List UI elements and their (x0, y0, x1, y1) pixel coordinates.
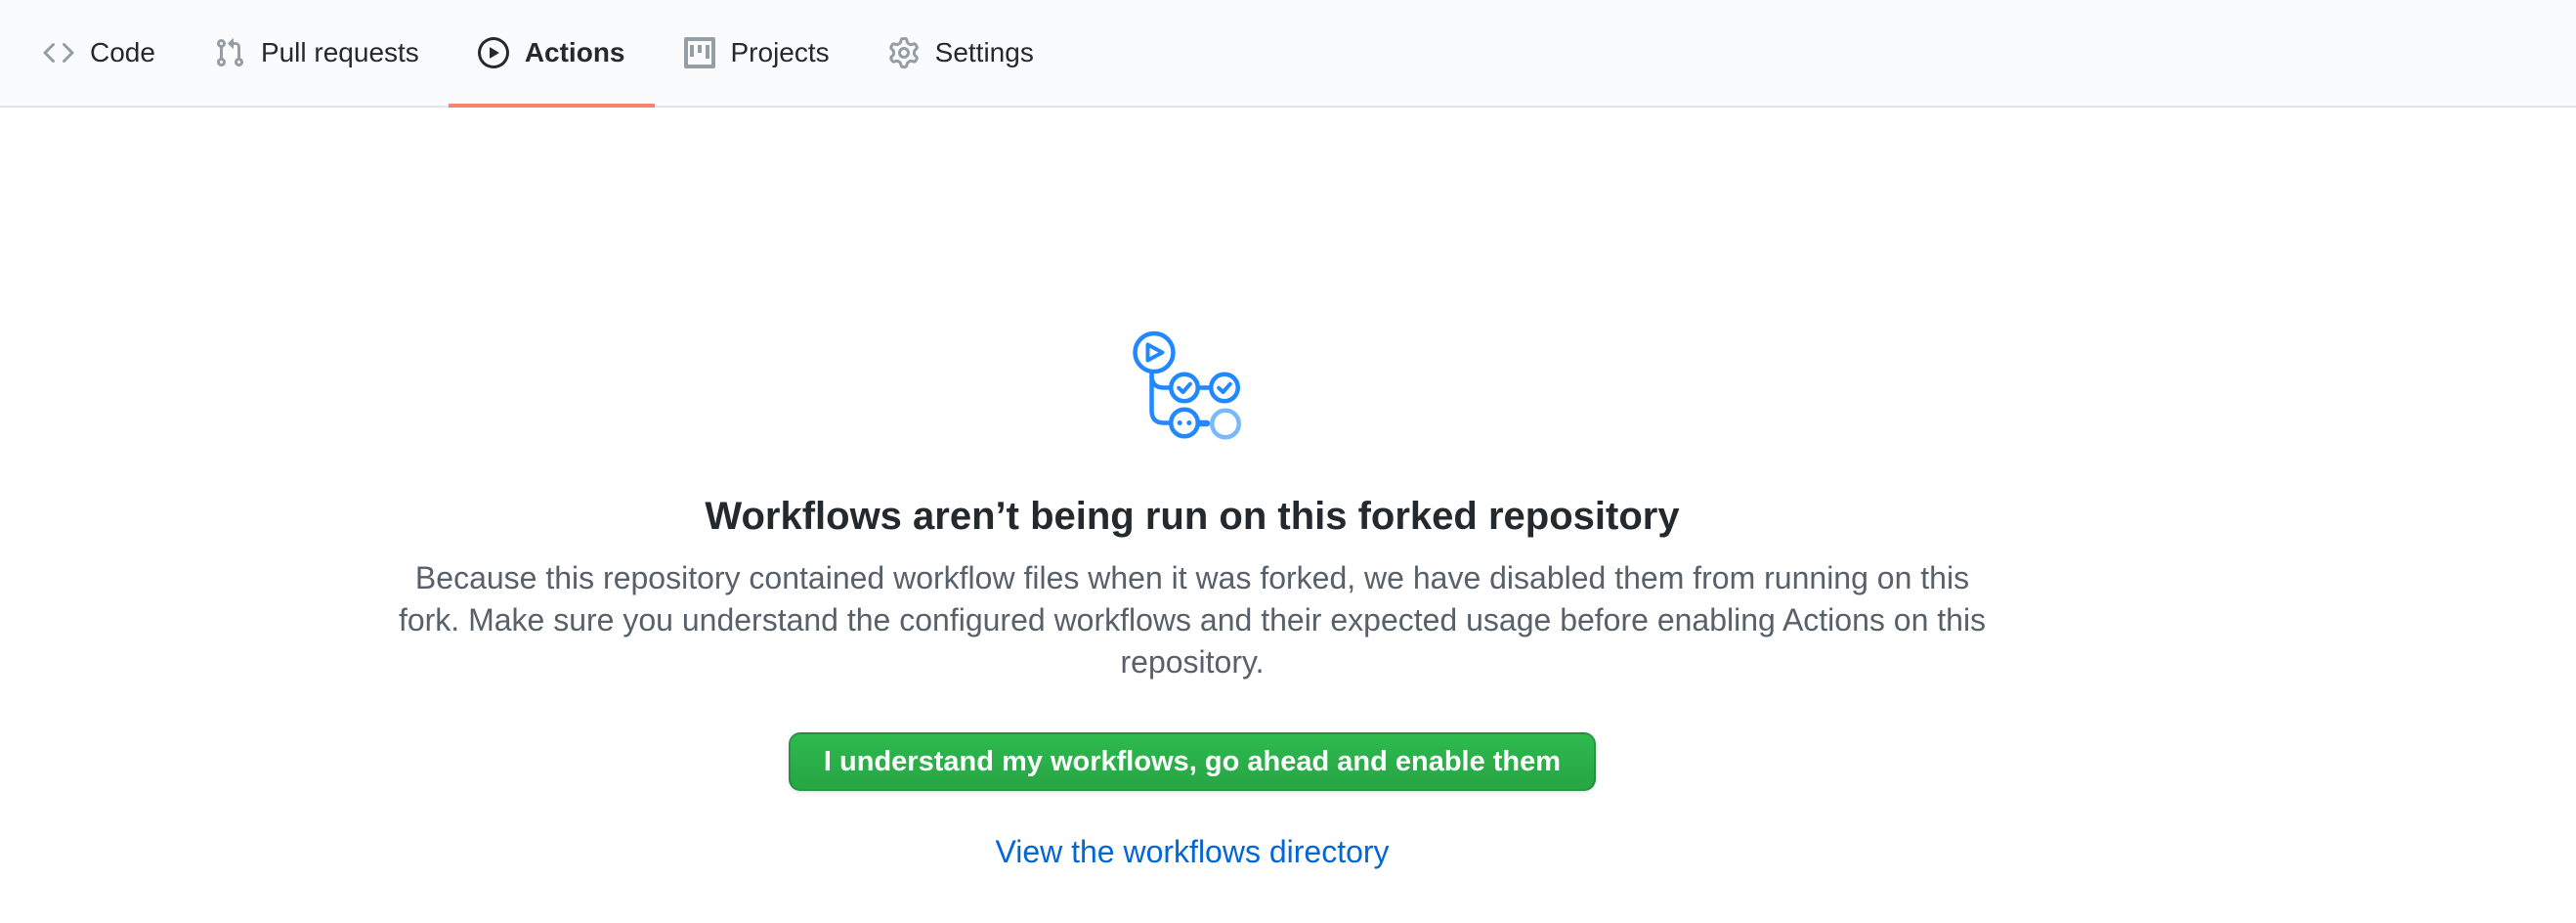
repo-tab-nav: Code Pull requests Actions Projects Sett… (0, 0, 2576, 108)
gear-icon (888, 37, 920, 68)
page-title: Workflows aren’t being run on this forke… (705, 493, 1679, 540)
tab-projects-label: Projects (731, 39, 830, 66)
view-workflows-directory-link[interactable]: View the workflows directory (995, 834, 1389, 870)
code-icon (43, 37, 74, 68)
tab-code-label: Code (90, 39, 155, 66)
git-pull-request-icon (214, 37, 245, 68)
tab-settings-label: Settings (935, 39, 1034, 66)
play-icon (478, 37, 509, 68)
enable-workflows-button[interactable]: I understand my workflows, go ahead and … (789, 732, 1596, 791)
tab-pull-requests[interactable]: Pull requests (185, 0, 449, 106)
tab-actions[interactable]: Actions (449, 0, 655, 106)
actions-workflow-graph-icon (1128, 327, 1257, 450)
tab-code[interactable]: Code (14, 0, 185, 106)
tab-pull-requests-label: Pull requests (261, 39, 419, 66)
blankslate-description: Because this repository contained workfl… (396, 557, 1989, 683)
actions-blankslate: Workflows aren’t being run on this forke… (0, 108, 2384, 870)
tab-projects[interactable]: Projects (655, 0, 859, 106)
tab-actions-label: Actions (525, 39, 625, 66)
tab-settings[interactable]: Settings (859, 0, 1063, 106)
project-icon (684, 37, 715, 68)
